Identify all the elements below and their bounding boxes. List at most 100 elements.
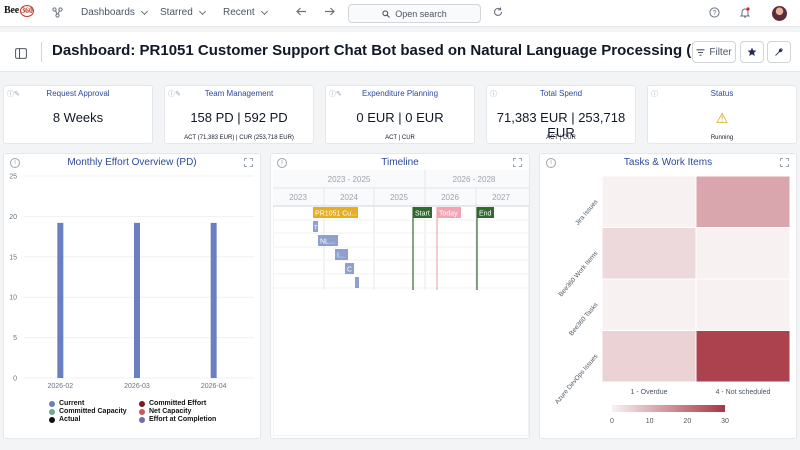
row-label: Jira Issues xyxy=(574,198,600,227)
gantt-bar-label: NL... xyxy=(320,239,335,246)
x-tick-label: 2026-03 xyxy=(124,383,150,390)
legend-dot xyxy=(49,416,55,423)
warning-icon: ⚠ xyxy=(715,110,729,126)
gantt-year-label: 2023 xyxy=(289,193,307,202)
effort-bar xyxy=(134,222,140,378)
legend-item[interactable]: Net Capacity xyxy=(139,408,191,415)
color-scale-bar xyxy=(612,405,725,412)
kpi-card-expenditure-planning: ⓘ✎ Expenditure Planning 0 EUR | 0 EUR AC… xyxy=(325,85,475,144)
heatmap-cell xyxy=(601,278,697,331)
user-avatar[interactable] xyxy=(772,6,787,21)
expand-icon[interactable] xyxy=(780,158,789,167)
star-button[interactable] xyxy=(740,41,764,63)
gantt-bar-label: PR1051 Cu... xyxy=(315,211,357,218)
gantt-year-label: 2026 xyxy=(441,193,459,202)
heatmap-cell xyxy=(601,175,697,228)
filter-icon xyxy=(696,48,705,56)
top-bar: Bee 360 Dashboards Starred Recent Open se… xyxy=(0,0,800,27)
heatmap-cell xyxy=(695,175,791,228)
kpi-title: Team Management xyxy=(204,89,274,98)
heatmap-cell xyxy=(695,330,791,383)
row-label: Azure DevOps Issues xyxy=(554,352,600,405)
search-input[interactable]: Open search xyxy=(348,4,481,23)
panel-title: Monthly Effort Overview (PD) xyxy=(67,157,197,168)
effort-bar xyxy=(57,222,64,378)
y-tick-label: 5 xyxy=(13,335,17,342)
marker-label: Start xyxy=(415,211,430,218)
notification-bell-icon[interactable] xyxy=(740,7,750,18)
row-label: Bee360 Work Items xyxy=(558,249,600,298)
column-label: 1 - Overdue xyxy=(631,389,668,396)
starred-menu[interactable]: Starred xyxy=(160,7,206,18)
heatmap-cell xyxy=(695,227,791,280)
gantt-bar-task[interactable] xyxy=(355,277,359,288)
x-tick-label: 2026-02 xyxy=(47,383,73,390)
legend-dot xyxy=(139,416,145,423)
kpi-value: 8 Weeks xyxy=(52,110,104,125)
legend-item[interactable]: Effort at Completion xyxy=(139,416,216,423)
effort-bar xyxy=(210,222,217,378)
kpi-value: 158 PD | 592 PD xyxy=(190,110,288,125)
monthly-effort-panel: i Monthly Effort Overview (PD) 0 5 10 15 20 2… xyxy=(3,153,261,439)
chevron-down-icon xyxy=(140,7,148,15)
recent-menu[interactable]: Recent xyxy=(223,7,268,18)
heatmap-cell xyxy=(601,330,697,383)
scale-tick-label: 30 xyxy=(721,418,729,425)
marker-label: End xyxy=(479,211,492,218)
gantt-period-label: 2026 - 2028 xyxy=(453,175,496,184)
divider xyxy=(41,42,42,62)
star-icon xyxy=(747,47,757,56)
kpi-title: Expenditure Planning xyxy=(361,89,439,98)
row-label: Bee360 Tasks xyxy=(568,301,600,337)
legend-item[interactable]: Committed Effort xyxy=(139,400,206,407)
legend-dot xyxy=(139,408,145,415)
kpi-subtext: Running xyxy=(710,135,734,141)
scale-tick-label: 10 xyxy=(646,418,654,425)
kpi-subtext: ACT (71,383 EUR) | CUR (253,718 EUR) xyxy=(184,135,294,141)
help-icon[interactable]: ? xyxy=(709,7,720,18)
y-tick-label: 0 xyxy=(13,376,17,383)
dashboards-menu[interactable]: Dashboards xyxy=(81,7,148,18)
kpi-card-status: ⓘ Status ⚠ Running xyxy=(647,85,797,144)
expand-icon[interactable] xyxy=(513,158,522,167)
gantt-bar-label: T xyxy=(314,226,318,232)
legend-dot xyxy=(49,408,55,415)
legend-dot xyxy=(139,400,145,407)
kpi-value: 0 EUR | 0 EUR xyxy=(356,110,444,125)
legend-dot xyxy=(49,400,55,407)
refresh-icon[interactable] xyxy=(493,7,503,17)
tasks-work-items-panel: i Tasks & Work Items Jira Issues Bee360 W… xyxy=(539,153,797,439)
forward-arrow-icon[interactable] xyxy=(324,7,335,16)
heatmap-cell xyxy=(601,227,697,280)
marker-label: Today xyxy=(439,211,458,218)
kpi-title: Status xyxy=(710,89,734,98)
sidebar-toggle-icon[interactable] xyxy=(15,46,27,64)
heatmap-cell xyxy=(695,278,791,331)
wrench-icon xyxy=(775,48,783,56)
svg-text:?: ? xyxy=(713,10,717,17)
legend-item[interactable]: Committed Capacity xyxy=(49,408,127,415)
panel-title: Timeline xyxy=(381,157,419,168)
scale-tick-label: 0 xyxy=(610,418,614,425)
gantt-row-lines xyxy=(273,219,529,289)
x-tick-label: 2026-04 xyxy=(201,383,227,390)
back-arrow-icon[interactable] xyxy=(296,7,307,16)
expand-icon[interactable] xyxy=(244,158,253,167)
app-logo[interactable]: Bee 360 xyxy=(4,5,34,17)
legend-item[interactable]: Current xyxy=(49,400,84,407)
gantt-chart: 2023 - 2025 2026 - 2028 2023 2024 2025 2… xyxy=(273,170,529,436)
page-header: Dashboard: PR1051 Customer Support Chat … xyxy=(0,32,800,72)
filter-button[interactable]: Filter xyxy=(692,41,736,63)
kpi-card-total-spend: ⓘ Total Spend 71,383 EUR | 253,718 EUR A… xyxy=(486,85,636,144)
app-switcher-icon[interactable] xyxy=(52,7,63,18)
gantt-year-label: 2024 xyxy=(340,193,358,202)
y-tick-label: 25 xyxy=(9,174,17,181)
legend-item[interactable]: Actual xyxy=(49,416,80,423)
kpi-card-team-management: ⓘ✎ Team Management 158 PD | 592 PD ACT (… xyxy=(164,85,314,144)
gantt-year-label: 2027 xyxy=(492,193,510,202)
tasks-heatmap: Jira Issues Bee360 Work ItemsBee360 Tasks… xyxy=(554,175,791,425)
settings-button[interactable] xyxy=(767,41,791,63)
gantt-period-label: 2023 - 2025 xyxy=(328,175,371,184)
timeline-panel: i Timeline 2023 - 2025 2026 - 2028 2023 … xyxy=(270,153,530,439)
column-label: 4 - Not scheduled xyxy=(716,389,771,396)
